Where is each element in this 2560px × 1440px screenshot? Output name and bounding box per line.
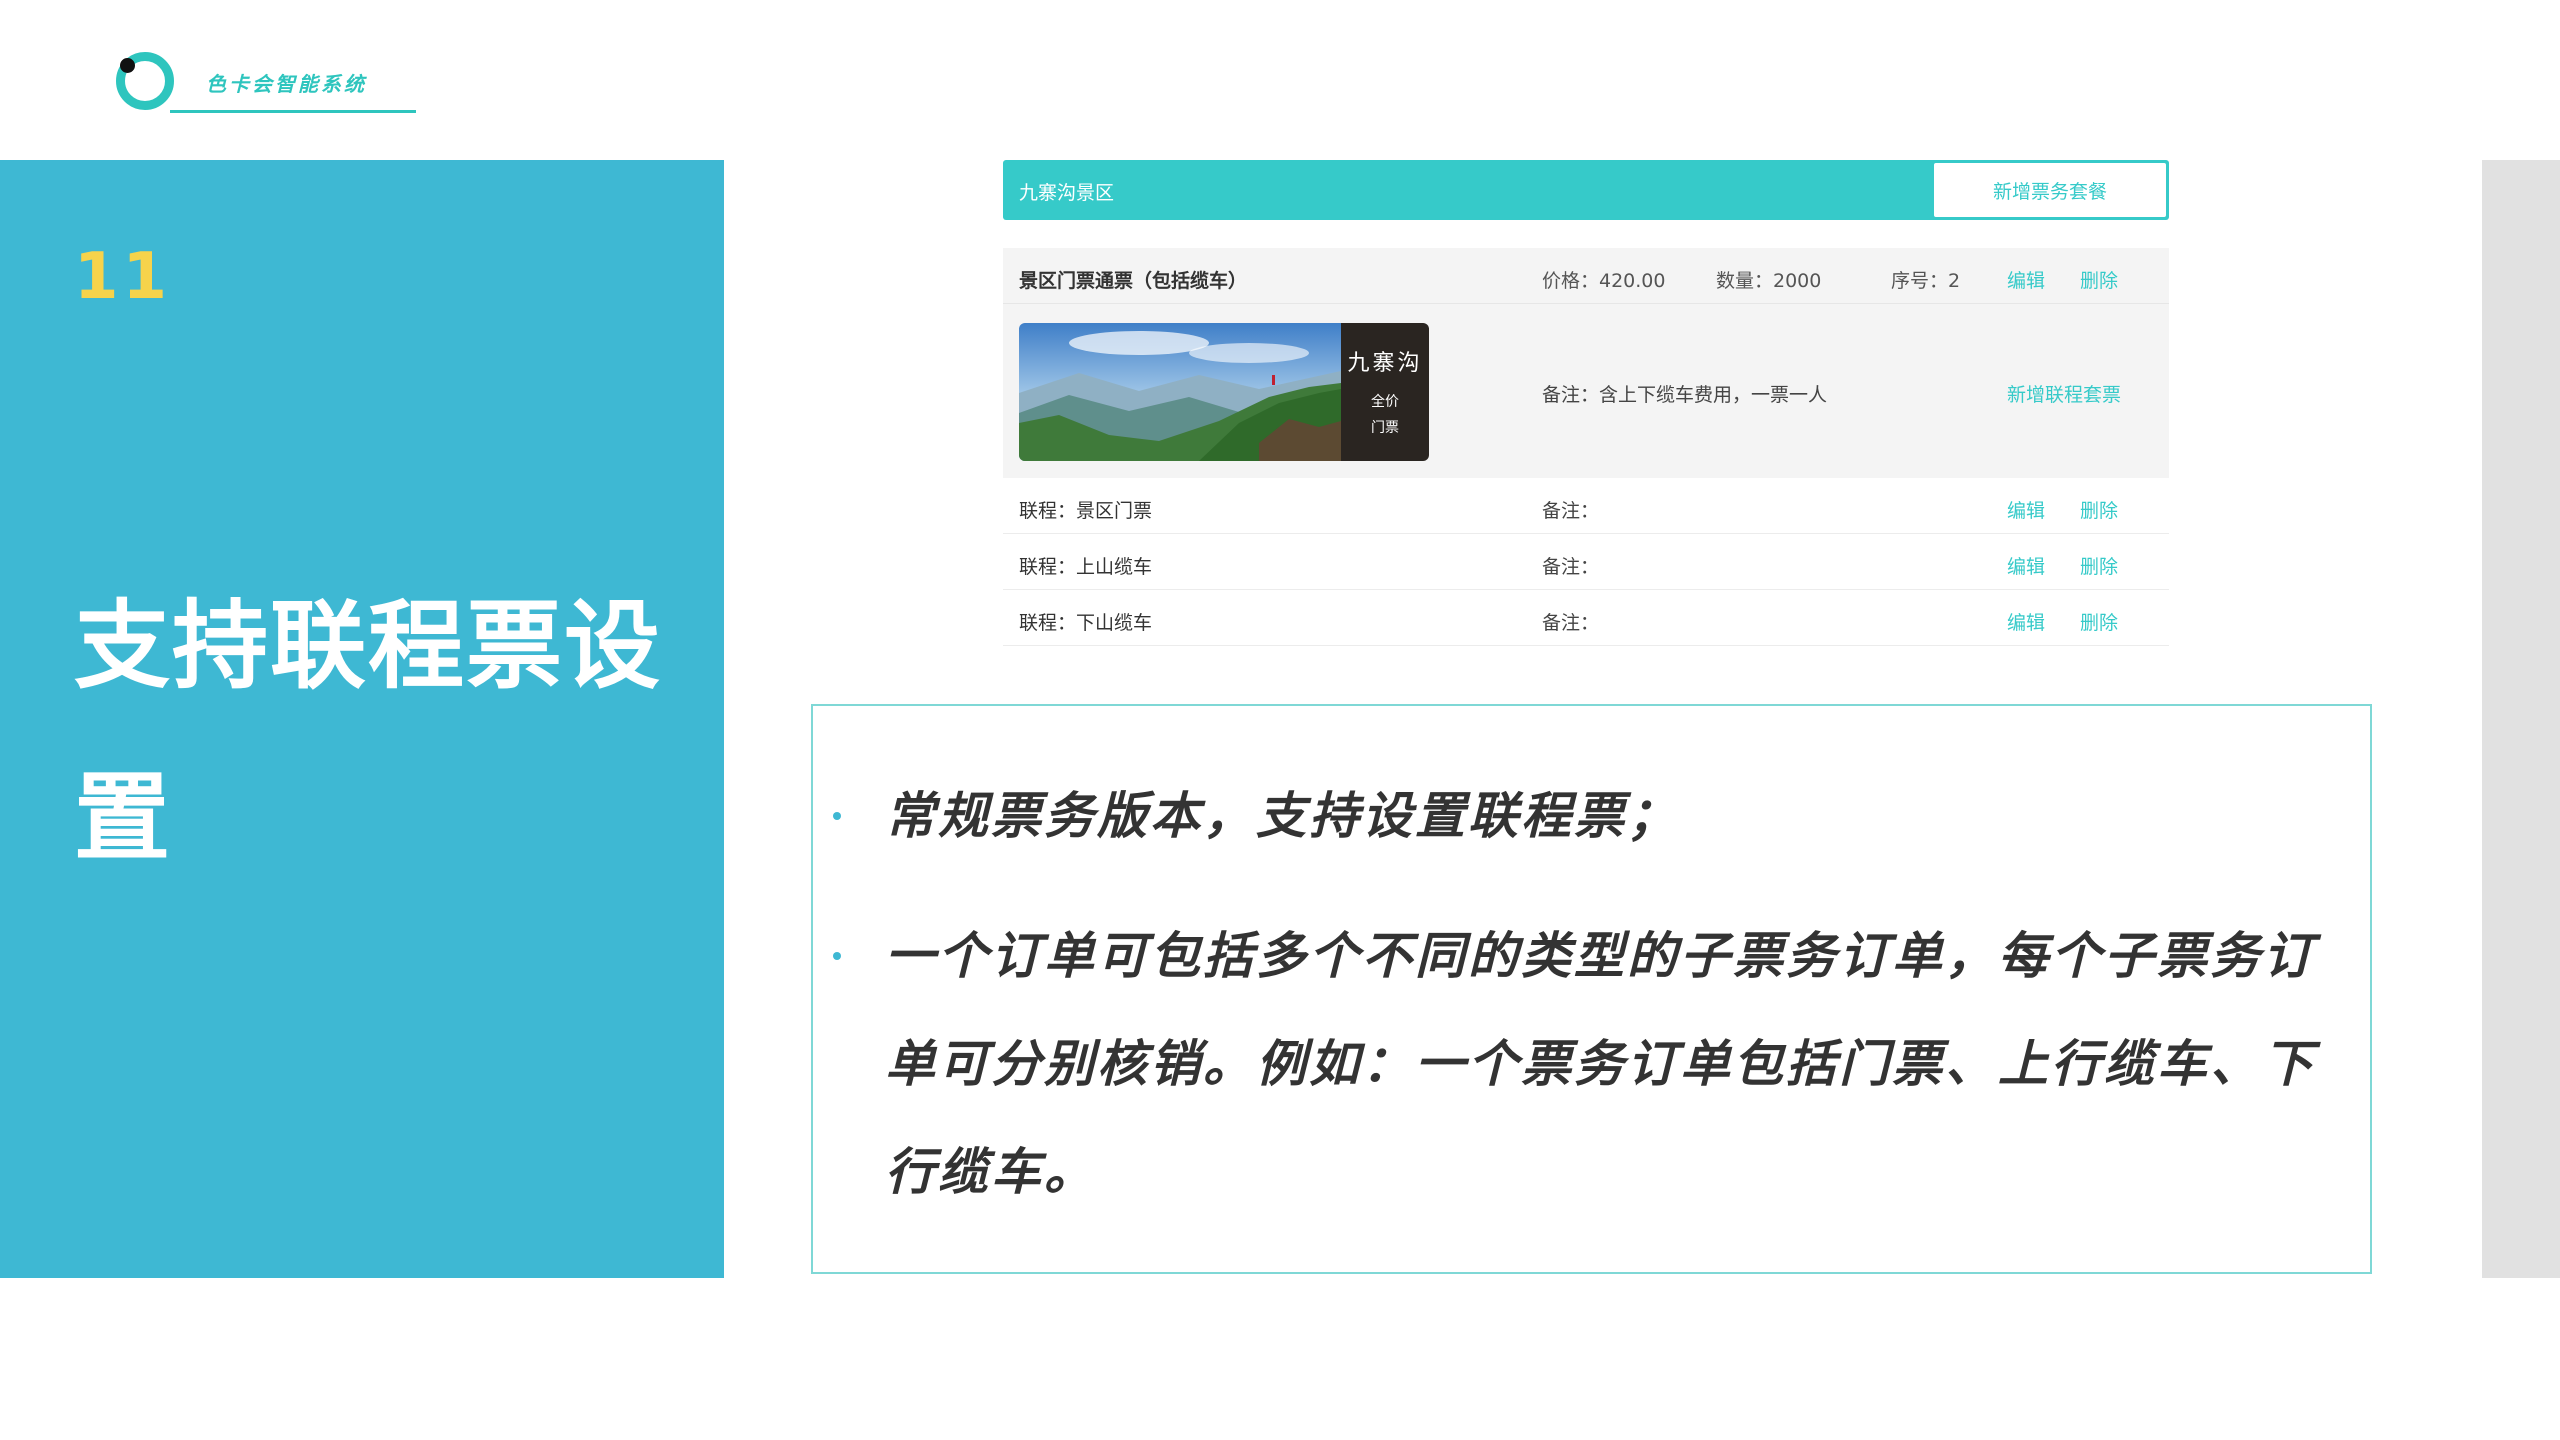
- sub-ticket-note: 备注：: [1542, 556, 1600, 578]
- brand-logo: 色卡会智能系统: [112, 48, 416, 118]
- scenic-header: 九寨沟景区 新增票务套餐: [1003, 160, 2169, 220]
- bullet-dot-icon: [833, 952, 841, 960]
- ticket-summary-row: 景区门票通票（包括缆车） 价格：420.00 数量：2000 序号：2 编辑 删…: [1003, 248, 2169, 304]
- sub-ticket-edit-link[interactable]: 编辑: [2007, 552, 2045, 579]
- ticket-image-title: 九寨沟: [1347, 351, 1423, 376]
- ticket-name: 景区门票通票（包括缆车）: [1019, 270, 1248, 292]
- sub-ticket-name: 联程：下山缆车: [1019, 612, 1153, 634]
- bullet-dot-icon: [833, 812, 841, 820]
- left-title-panel: 11 支持联程票设置: [0, 160, 724, 1278]
- scenic-name: 九寨沟景区: [1019, 182, 1115, 204]
- ticket-image: 九寨沟 全价 门票: [1019, 323, 1429, 461]
- bullet-item: 一个订单可包括多个不同的类型的子票务订单，每个子票务订单可分别核销。例如：一个票…: [833, 902, 2333, 1232]
- bullet-text: 常规票务版本，支持设置联程票；: [885, 787, 1680, 845]
- ticket-note: 备注：含上下缆车费用，一票一人: [1542, 384, 1828, 406]
- add-combo-ticket-link[interactable]: 新增联程套票: [2007, 380, 2121, 407]
- right-decor-strip: [2482, 160, 2560, 1278]
- sub-ticket-edit-link[interactable]: 编辑: [2007, 496, 2045, 523]
- bullet-item: 常规票务版本，支持设置联程票；: [833, 762, 2333, 870]
- sub-ticket-row: 联程：下山缆车 备注： 编辑 删除: [1003, 590, 2169, 646]
- ticket-image-line3: 门票: [1371, 420, 1399, 436]
- sub-ticket-row: 联程：景区门票 备注： 编辑 删除: [1003, 478, 2169, 534]
- slide-number: 11: [74, 240, 172, 314]
- sub-ticket-edit-link[interactable]: 编辑: [2007, 608, 2045, 635]
- sub-ticket-name: 联程：景区门票: [1019, 500, 1153, 522]
- sub-ticket-note: 备注：: [1542, 500, 1600, 522]
- ticket-card: 景区门票通票（包括缆车） 价格：420.00 数量：2000 序号：2 编辑 删…: [1003, 248, 2169, 478]
- ticket-image-line2: 全价: [1371, 394, 1399, 410]
- logo-underline: [170, 110, 416, 113]
- ticket-sequence: 序号：2: [1891, 270, 1961, 292]
- sub-ticket-delete-link[interactable]: 删除: [2080, 608, 2118, 635]
- logo-text: 色卡会智能系统: [206, 72, 367, 96]
- sub-ticket-delete-link[interactable]: 删除: [2080, 552, 2118, 579]
- sub-ticket-row: 联程：上山缆车 备注： 编辑 删除: [1003, 534, 2169, 590]
- logo-dot: [120, 58, 135, 73]
- description-box: 常规票务版本，支持设置联程票； 一个订单可包括多个不同的类型的子票务订单，每个子…: [811, 704, 2372, 1274]
- add-package-button[interactable]: 新增票务套餐: [1934, 163, 2166, 217]
- ticket-price: 价格：420.00: [1542, 270, 1666, 292]
- ticket-management-screenshot: 九寨沟景区 新增票务套餐 景区门票通票（包括缆车） 价格：420.00 数量：2…: [1003, 158, 2169, 648]
- slide-title: 支持联程票设置: [74, 590, 662, 874]
- sub-ticket-note: 备注：: [1542, 612, 1600, 634]
- sub-ticket-name: 联程：上山缆车: [1019, 556, 1153, 578]
- sub-ticket-delete-link[interactable]: 删除: [2080, 496, 2118, 523]
- ticket-image-label: 九寨沟 全价 门票: [1341, 323, 1429, 461]
- ticket-quantity: 数量：2000: [1716, 270, 1822, 292]
- mountain-landscape-image: [1019, 323, 1341, 461]
- ticket-edit-link[interactable]: 编辑: [2007, 266, 2045, 293]
- ticket-delete-link[interactable]: 删除: [2080, 266, 2118, 293]
- bullet-text: 一个订单可包括多个不同的类型的子票务订单，每个子票务订单可分别核销。例如：一个票…: [885, 927, 2316, 1201]
